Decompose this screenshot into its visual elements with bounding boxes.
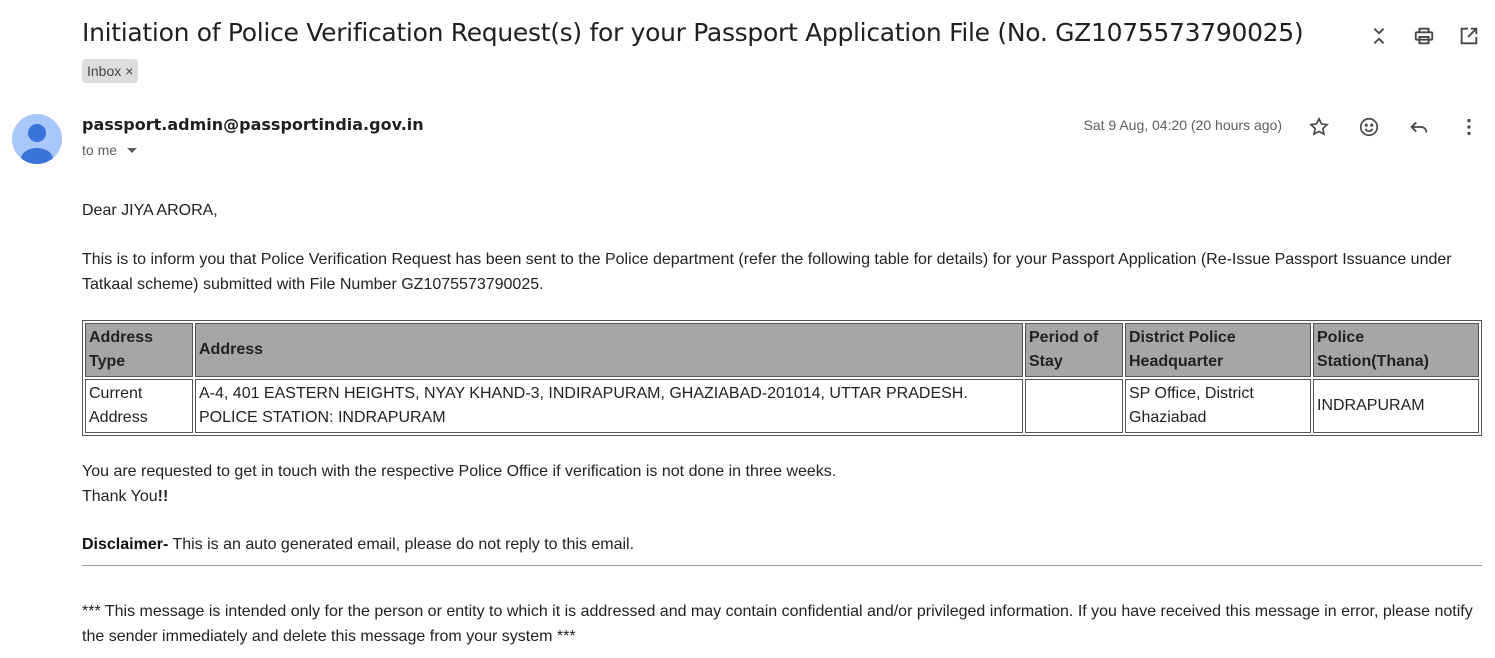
disclaimer-text: This is an auto generated email, please …	[168, 536, 635, 553]
sender-email[interactable]: passport.admin@passportindia.gov.in	[82, 115, 424, 134]
label-text: Inbox	[87, 63, 122, 79]
request-text: You are requested to get in touch with t…	[82, 463, 837, 480]
table-header-row: Address Type Address Period of Stay Dist…	[85, 323, 1479, 377]
more-vert-icon[interactable]	[1457, 115, 1481, 139]
recipient-details-toggle[interactable]: to me	[82, 142, 138, 158]
thanks-line: Thank You!!	[82, 484, 1482, 509]
message-date: Sat 9 Aug, 04:20 (20 hours ago)	[1083, 117, 1282, 133]
thanks-emphasis: !!	[157, 488, 169, 505]
request-paragraph: You are requested to get in touch with t…	[82, 459, 1482, 509]
open-new-window-icon[interactable]	[1457, 24, 1481, 48]
collapse-icon[interactable]	[1367, 24, 1391, 48]
recipient-label: to me	[82, 142, 118, 158]
top-toolbar	[1367, 24, 1481, 48]
message-actions	[1307, 115, 1481, 139]
confidentiality-notice: *** This message is intended only for th…	[82, 603, 1473, 645]
greeting: Dear JIYA ARORA,	[82, 202, 218, 219]
print-icon[interactable]	[1412, 24, 1436, 48]
sender-avatar[interactable]	[12, 114, 62, 164]
cell-address-type: Current Address	[85, 379, 193, 433]
header-period-of-stay: Period of Stay	[1025, 323, 1123, 377]
thanks-text: Thank You	[82, 488, 158, 505]
star-icon[interactable]	[1307, 115, 1331, 139]
reply-icon[interactable]	[1407, 115, 1431, 139]
header-address-type: Address Type	[85, 323, 193, 377]
cell-police-station: INDRAPURAM	[1313, 379, 1479, 433]
verification-details-table: Address Type Address Period of Stay Dist…	[82, 320, 1482, 436]
disclaimer: Disclaimer- This is an auto generated em…	[82, 532, 1482, 557]
cell-address: A-4, 401 EASTERN HEIGHTS, NYAY KHAND-3, …	[195, 379, 1023, 433]
remove-label-icon[interactable]: ×	[125, 63, 133, 79]
intro-paragraph: This is to inform you that Police Verifi…	[82, 251, 1452, 293]
inbox-label-chip[interactable]: Inbox ×	[82, 59, 139, 83]
email-subject: Initiation of Police Verification Reques…	[82, 18, 1304, 47]
cell-district-police-hq: SP Office, District Ghaziabad	[1125, 379, 1311, 433]
chevron-down-icon	[127, 147, 138, 153]
person-icon	[21, 124, 53, 164]
divider	[82, 565, 1482, 566]
emoji-icon[interactable]	[1357, 115, 1381, 139]
disclaimer-label: Disclaimer-	[82, 536, 169, 553]
header-address: Address	[195, 323, 1023, 377]
cell-period-of-stay	[1025, 379, 1123, 433]
table-row: Current Address A-4, 401 EASTERN HEIGHTS…	[85, 379, 1479, 433]
header-district-police-hq: District Police Headquarter	[1125, 323, 1311, 377]
header-police-station: Police Station(Thana)	[1313, 323, 1479, 377]
